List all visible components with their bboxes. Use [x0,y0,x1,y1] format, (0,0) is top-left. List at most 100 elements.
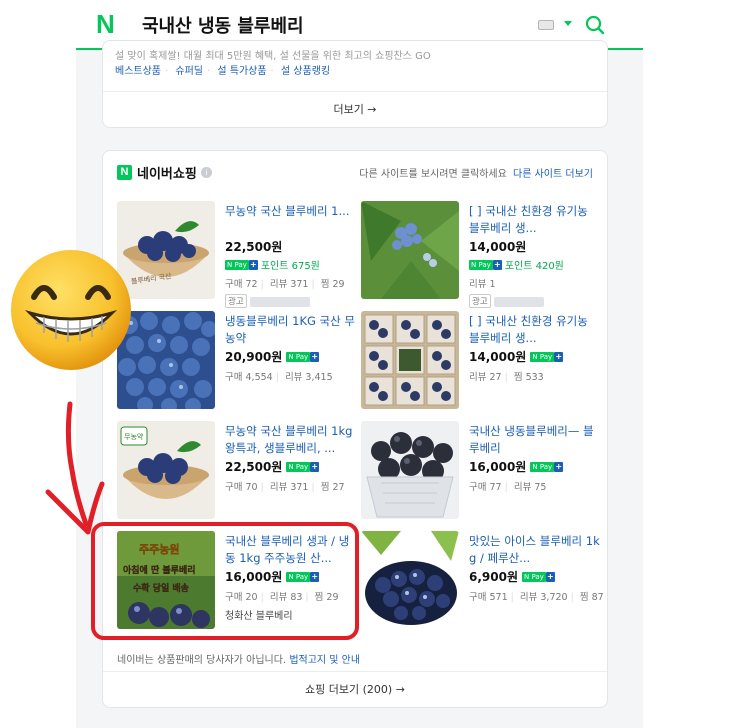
shopping-disclaimer: 네이버는 상품판매의 당사자가 아닙니다. 법적고지 및 안내 [117,651,360,666]
organic-sticker-text: 무농약 [124,432,144,441]
npay-row: N Pay + 포인트 675원 [225,257,357,272]
naver-shopping-logo-icon: N [117,164,132,180]
ad-badge[interactable]: 광고 [469,294,491,308]
product-point: 포인트 675원 [260,261,320,272]
product-price: 16,000원 N Pay + [469,458,601,475]
price-value: 20,900원 [225,350,283,364]
promo-link-special[interactable]: 설 특가상품 [217,66,266,77]
ad-badge[interactable]: 광고 [225,294,247,308]
product-thumbnail[interactable]: 무농약 [117,421,215,519]
plus-icon: + [554,461,564,472]
ad-row: 광고 [225,294,357,308]
meta-likes: 찜 87 [579,592,604,603]
product-card[interactable]: 국내산 냉동블루베리— 블루베리 16,000원 N Pay + 구매 77 | … [361,421,603,523]
product-title[interactable]: 무농약 국산 블루베리 1... [225,203,357,237]
meta-reviews: 리뷰 371 [269,482,309,493]
product-point: 포인트 420원 [504,261,564,272]
promo-card: 설 맞이 혹제쌀! 대월 최대 5만원 혜택, 설 선물을 위한 최고의 쇼핑찬… [102,40,608,128]
meta-reviews: 리뷰 3,720 [519,592,568,603]
hint-text: 다른 사이트를 보시려면 클릭하세요 [359,169,507,180]
grinning-face-emoji-icon [11,250,131,370]
red-arrow-icon [45,401,105,535]
disclaimer-text: 네이버는 상품판매의 당사자가 아닙니다. [117,655,287,666]
legal-notice-link[interactable]: 법적고지 및 안내 [289,655,360,666]
promo-link-superdeal[interactable]: 슈퍼딜 [175,66,203,77]
meta-purchases: 구매 4,554 [225,372,273,383]
product-price: 6,900원 N Pay + [469,568,601,585]
price-value: 22,500원 [225,240,283,254]
info-icon[interactable]: i [200,166,212,178]
ad-row: 광고 [469,294,601,308]
product-card[interactable]: 맛있는 아이스 블루베리 1kg / 페루산... 6,900원 N Pay +… [361,531,604,633]
npay-badge: N Pay [469,259,493,270]
meta-purchases: 구매 77 [469,482,502,493]
meta-reviews: 리뷰 3,415 [284,372,333,383]
other-sites-link[interactable]: 다른 사이트 더보기 [513,169,593,180]
product-price: 14,000원 N Pay + [469,348,601,365]
price-value: 14,000원 [469,240,527,254]
keyboard-icon[interactable] [538,20,554,30]
product-card[interactable]: 블루베리 국산 무농약 국산 블루베리 1... 22,500원 N Pay +… [117,201,359,308]
npay-badge: N Pay [530,461,555,472]
product-title[interactable]: [ ] 국내산 친환경 유기농 블루베리 생... [469,203,601,237]
shopping-header: N 네이버쇼핑 i [117,163,212,182]
plus-icon: + [310,351,320,362]
meta-reviews: 리뷰 27 [469,372,502,383]
npay-badge: N Pay [522,571,546,582]
meta-reviews: 리뷰 371 [269,279,309,290]
naver-logo[interactable]: N [96,11,120,37]
product-meta: 구매 72 | 리뷰 371 | 찜 29 [225,279,345,290]
meta-likes: 찜 533 [513,372,544,383]
meta-reviews: 리뷰 1 [469,279,496,290]
product-price: 22,500원 N Pay + [225,458,357,475]
price-value: 16,000원 [469,460,527,474]
product-title[interactable]: 무농약 국산 블루베리 1kg 왕특과, 생블루베리, ... [225,423,357,457]
product-meta: 리뷰 27 | 찜 533 [469,372,544,383]
product-thumbnail[interactable] [361,421,459,519]
npay-badge: N Pay [225,259,249,270]
product-card[interactable]: [ ] 국내산 친환경 유기농 블루베리 생... 14,000원 N Pay … [361,311,603,413]
product-meta: 리뷰 1 [469,276,601,290]
plus-icon: + [554,351,564,362]
shopping-more-button[interactable]: 쇼핑 더보기 (200) → [103,671,607,707]
product-card[interactable]: [ ] 국내산 친환경 유기농 블루베리 생... 14,000원 N Pay … [361,201,603,308]
product-title[interactable]: 국내산 냉동블루베리— 블루베리 [469,423,601,457]
product-price: 20,900원 N Pay + [225,348,357,365]
meta-purchases: 구매 571 [469,592,508,603]
product-title[interactable]: 맛있는 아이스 블루베리 1kg / 페루산... [469,533,601,567]
plus-icon: + [545,571,555,582]
product-title[interactable]: [ ] 국내산 친환경 유기농 블루베리 생... [469,313,601,347]
product-thumbnail[interactable] [361,201,459,299]
promo-text: 설 맞이 혹제쌀! 대월 최대 5만원 혜택, 설 선물을 위한 최고의 쇼핑찬… [115,51,431,62]
promo-link-ranking[interactable]: 설 상품랭킹 [281,66,330,77]
meta-purchases: 구매 72 [225,279,258,290]
search-query[interactable]: 국내산 냉동 블루베리 [142,12,304,38]
npay-badge: N Pay [530,351,555,362]
chevron-down-icon[interactable] [564,21,572,26]
meta-purchases: 구매 70 [225,482,258,493]
product-title[interactable]: 냉동블루베리 1KG 국산 무농약 [225,313,357,347]
product-card[interactable]: 무농약 무농약 국산 블루베리 1kg 왕특과, 생블루베리, ... 22,5… [117,421,359,523]
shopping-title: 네이버쇼핑 [137,166,197,182]
plus-icon: + [310,461,320,472]
product-card[interactable]: 냉동블루베리 1KG 국산 무농약 20,900원 N Pay + 구매 4,5… [117,311,359,413]
product-meta: 구매 77 | 리뷰 75 [469,482,547,493]
search-icon[interactable] [584,14,606,36]
plus-icon: + [492,259,502,270]
promo-link-best[interactable]: 베스트상품 [115,66,161,77]
product-price: 22,500원 [225,238,357,255]
npay-badge: N Pay [286,461,311,472]
highlight-box [91,522,359,640]
product-meta: 구매 4,554 | 리뷰 3,415 [225,372,333,383]
more-button[interactable]: 더보기 → [103,91,607,127]
npay-row: N Pay + 포인트 420원 [469,257,601,272]
promo-links: 베스트상품 · 슈퍼딜 · 설 특가상품 · 설 상품랭킹 [115,66,331,77]
shopping-hint: 다른 사이트를 보시려면 클릭하세요 다른 사이트 더보기 [359,165,593,180]
price-value: 22,500원 [225,460,283,474]
meta-likes: 찜 29 [320,279,345,290]
product-thumbnail[interactable] [361,531,459,629]
price-value: 14,000원 [469,350,527,364]
product-price: 14,000원 [469,238,601,255]
product-thumbnail[interactable] [361,311,459,409]
product-meta: 구매 70 | 리뷰 371 | 찜 27 [225,482,345,493]
